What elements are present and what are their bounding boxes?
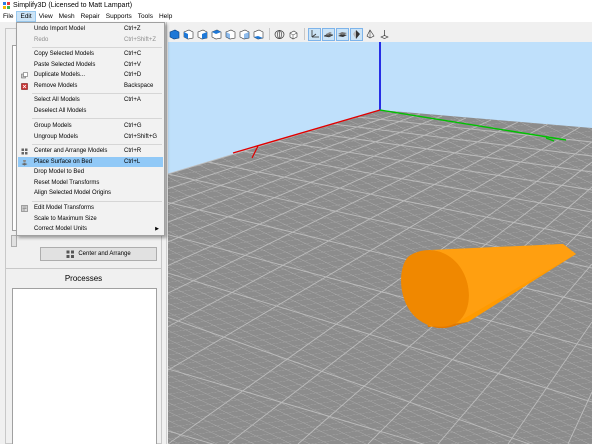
processes-list[interactable] xyxy=(12,288,157,444)
view-toolbar xyxy=(168,26,392,42)
menu-view[interactable]: View xyxy=(36,11,56,22)
menu-select-all-shortcut: Ctrl+A xyxy=(124,97,141,103)
menu-undo-shortcut: Ctrl+Z xyxy=(124,26,141,32)
menu-redo-label: Redo xyxy=(34,36,49,43)
menu-group[interactable]: Group Models Ctrl+G xyxy=(18,121,163,132)
submenu-arrow-icon: ▶ xyxy=(155,226,159,232)
menu-undo-label: Undo Import Model xyxy=(34,26,86,32)
menu-remove[interactable]: Remove Models Backspace xyxy=(18,81,163,92)
toolbar-separator xyxy=(269,28,270,40)
center-and-arrange-button[interactable]: Center and Arrange xyxy=(40,247,157,261)
simplify3d-logo-icon xyxy=(3,2,10,9)
show-axes-icon[interactable] xyxy=(308,27,321,41)
menu-redo[interactable]: Redo Ctrl+Shift+Z xyxy=(18,35,163,46)
menu-reset-transforms[interactable]: Reset Model Transforms xyxy=(18,178,163,189)
menu-deselect-all[interactable]: Deselect All Models xyxy=(18,106,163,117)
menu-tools[interactable]: Tools xyxy=(135,11,156,22)
view-back-cube-icon[interactable] xyxy=(196,28,209,41)
menu-repair[interactable]: Repair xyxy=(78,11,103,22)
window-title: Simplify3D (Licensed to Matt Lampart) xyxy=(13,2,133,9)
cross-section-icon[interactable] xyxy=(378,28,391,41)
menu-place-surface-label: Place Surface on Bed xyxy=(34,158,93,165)
center-and-arrange-label: Center and Arrange xyxy=(78,251,131,257)
title-bar: Simplify3D (Licensed to Matt Lampart) xyxy=(0,0,592,11)
menu-supports[interactable]: Supports xyxy=(103,11,135,22)
menu-select-all[interactable]: Select All Models Ctrl+A xyxy=(18,95,163,106)
center-arrange-menu-icon xyxy=(21,148,28,155)
menu-copy-selected[interactable]: Copy Selected Models Ctrl+C xyxy=(18,49,163,60)
menu-align-origins-label: Align Selected Model Origins xyxy=(34,190,112,196)
view-iso-cube-icon[interactable] xyxy=(168,28,181,41)
menu-select-all-label: Select All Models xyxy=(34,97,80,103)
menu-remove-shortcut: Backspace xyxy=(124,82,154,89)
menu-help[interactable]: Help xyxy=(156,11,175,22)
shaded-view-icon[interactable] xyxy=(350,27,363,41)
menu-edit[interactable]: Edit xyxy=(16,11,36,22)
view-front-cube-icon[interactable] xyxy=(182,28,195,41)
menu-deselect-all-label: Deselect All Models xyxy=(34,107,87,114)
menu-place-surface-shortcut: Ctrl+L xyxy=(124,158,141,165)
menu-separator xyxy=(32,47,162,48)
menu-paste-label: Paste Selected Models xyxy=(34,61,96,68)
menu-correct-units-label: Correct Model Units xyxy=(34,226,88,232)
menu-place-surface-on-bed[interactable]: Place Surface on Bed Ctrl+L xyxy=(18,156,163,167)
view-left-cube-icon[interactable] xyxy=(210,28,223,41)
menu-undo[interactable]: Undo Import Model Ctrl+Z xyxy=(18,24,163,35)
perspective-toggle-icon[interactable] xyxy=(273,28,286,41)
place-surface-icon xyxy=(21,159,28,165)
menu-center-arrange-label: Center and Arrange Models xyxy=(34,148,108,154)
menu-group-shortcut: Ctrl+G xyxy=(124,123,142,129)
menu-ungroup-shortcut: Ctrl+Shift+G xyxy=(124,133,158,140)
center-arrange-icon xyxy=(66,250,75,258)
menu-edit-transforms[interactable]: Edit Model Transforms xyxy=(18,203,163,214)
menu-ungroup-label: Ungroup Models xyxy=(34,133,79,140)
menu-separator xyxy=(32,201,162,202)
view-top-cube-icon[interactable] xyxy=(238,28,251,41)
menu-copy-label: Copy Selected Models xyxy=(34,51,95,57)
menu-redo-shortcut: Ctrl+Shift+Z xyxy=(124,36,157,43)
menu-center-arrange[interactable]: Center and Arrange Models Ctrl+R xyxy=(18,146,163,157)
menu-mesh[interactable]: Mesh xyxy=(56,11,78,22)
menu-separator xyxy=(32,144,162,145)
menu-scale-max-label: Scale to Maximum Size xyxy=(34,215,97,222)
menu-group-label: Group Models xyxy=(34,123,72,129)
toolbar-separator xyxy=(304,28,305,40)
processes-title: Processes xyxy=(64,274,103,283)
menu-reset-transforms-label: Reset Model Transforms xyxy=(34,179,100,186)
menu-separator xyxy=(32,118,162,119)
edit-transforms-icon xyxy=(21,205,28,212)
duplicate-icon xyxy=(21,72,28,79)
menu-file[interactable]: File xyxy=(0,11,16,22)
menu-duplicate-shortcut: Ctrl+D xyxy=(124,72,142,78)
menu-center-arrange-shortcut: Ctrl+R xyxy=(124,148,142,154)
menu-remove-label: Remove Models xyxy=(34,82,78,89)
import-button[interactable] xyxy=(11,235,17,247)
3d-viewport[interactable] xyxy=(168,42,592,444)
menu-scale-max[interactable]: Scale to Maximum Size xyxy=(18,214,163,225)
menu-separator xyxy=(32,93,162,94)
remove-icon xyxy=(21,82,28,90)
menu-ungroup[interactable]: Ungroup Models Ctrl+Shift+G xyxy=(18,132,163,143)
menu-drop-to-bed-label: Drop Model to Bed xyxy=(34,169,85,175)
menu-drop-model-to-bed[interactable]: Drop Model to Bed xyxy=(18,167,163,178)
menu-copy-shortcut: Ctrl+C xyxy=(124,51,142,57)
menu-align-origins[interactable]: Align Selected Model Origins xyxy=(18,188,163,199)
edit-menu-dropdown: Undo Import Model Ctrl+Z Redo Ctrl+Shift… xyxy=(16,22,165,236)
menu-duplicate-label: Duplicate Models... xyxy=(34,72,86,78)
view-bottom-cube-icon[interactable] xyxy=(252,28,265,41)
menu-paste-selected[interactable]: Paste Selected Models Ctrl+V xyxy=(18,60,163,71)
view-right-cube-icon[interactable] xyxy=(224,28,237,41)
menu-bar: File Edit View Mesh Repair Supports Tool… xyxy=(0,11,592,22)
menu-edit-transforms-label: Edit Model Transforms xyxy=(34,205,95,211)
menu-duplicate[interactable]: Duplicate Models... Ctrl+D xyxy=(18,70,163,81)
show-build-volume-icon[interactable] xyxy=(322,27,335,41)
viewport-canvas[interactable] xyxy=(168,42,592,444)
wireframe-view-icon[interactable] xyxy=(364,28,377,41)
processes-panel: Processes xyxy=(5,268,162,444)
menu-paste-shortcut: Ctrl+V xyxy=(124,61,141,68)
model-view-icon[interactable] xyxy=(287,28,300,41)
menu-correct-units[interactable]: Correct Model Units ▶ xyxy=(18,224,163,235)
show-bed-icon[interactable] xyxy=(336,27,349,41)
